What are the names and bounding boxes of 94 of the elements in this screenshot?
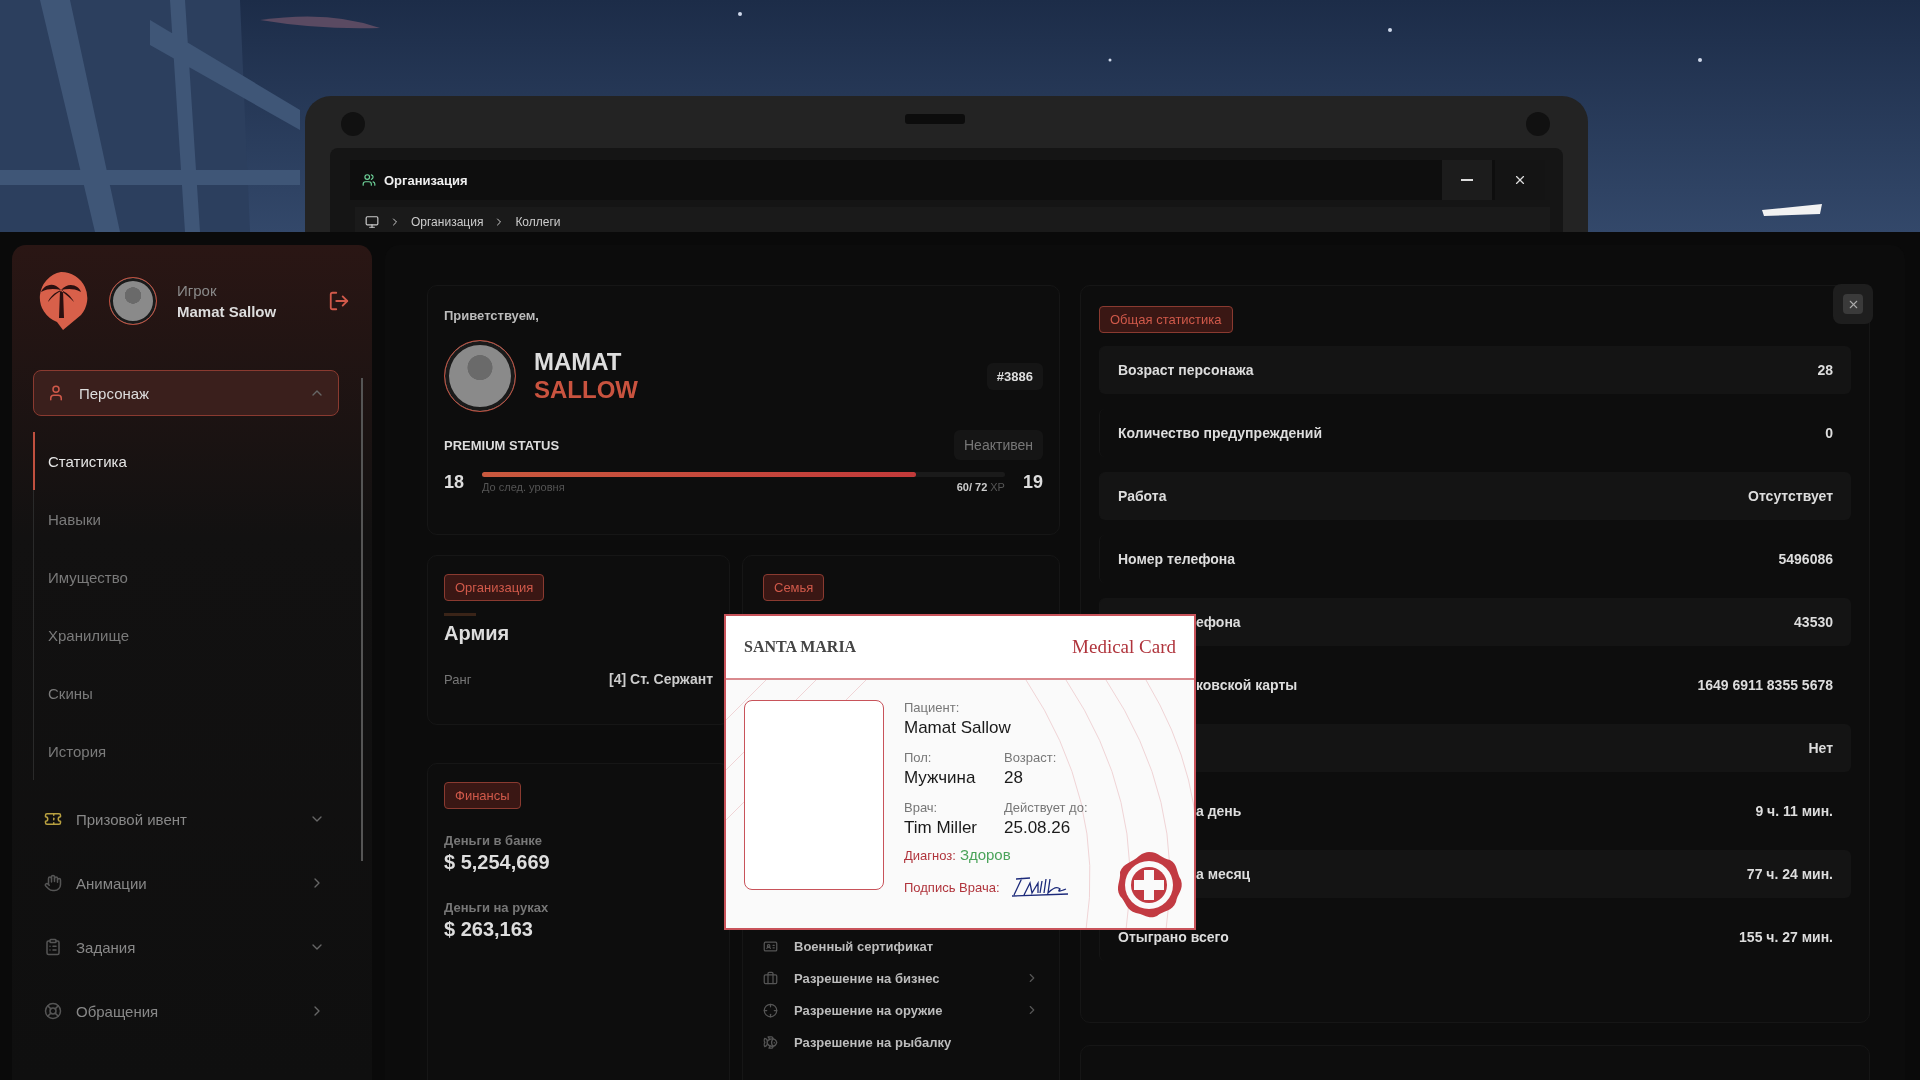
submenu-item[interactable]: Навыки — [33, 490, 334, 548]
card-title: Medical Card — [1072, 636, 1176, 658]
users-icon — [362, 173, 376, 187]
stat-value: Нет — [1808, 740, 1833, 756]
license-icon — [763, 970, 778, 986]
stat-label: а месяц — [1196, 866, 1251, 882]
field-label: Возраст: — [1004, 750, 1058, 765]
field-label: Пол: — [904, 750, 933, 765]
menu-item[interactable]: Призовой ивент — [33, 794, 339, 844]
xp-unit: XP — [990, 481, 1005, 493]
avatar — [109, 277, 157, 325]
stat-value: 28 — [1817, 362, 1833, 378]
level-caption: До след. уровня — [482, 481, 565, 493]
section-badge: Семья — [763, 574, 825, 601]
stat-value: 0 — [1825, 425, 1833, 441]
money-label: Деньги в банке — [444, 833, 542, 848]
stat-label: Возраст персонажа — [1118, 362, 1254, 378]
organization-name: Армия — [444, 622, 511, 645]
stat-label: Номер телефона — [1118, 551, 1236, 567]
field-value: 28 — [1004, 768, 1024, 788]
license-icon — [763, 1002, 778, 1018]
field-value: Mamat Sallow — [904, 718, 1012, 738]
breadcrumb-link[interactable]: Коллеги — [515, 215, 561, 229]
signature-drawing — [1009, 875, 1070, 899]
signature-label: Подпись Врача: — [904, 879, 1000, 895]
field-value: 25.08.26 — [1004, 818, 1072, 838]
field-label: Действует до: — [1004, 800, 1089, 815]
person-icon — [47, 384, 65, 402]
license-icon — [763, 1034, 778, 1050]
current-level: 18 — [444, 472, 465, 493]
field-label: Врач: — [904, 800, 939, 815]
license-item[interactable]: Разрешение на оружие — [763, 994, 1039, 1026]
rank-value: [4] Ст. Сержант — [609, 671, 713, 687]
menu-icon — [44, 810, 62, 828]
last-name: SALLOW — [534, 376, 638, 404]
menu-item[interactable]: Персонаж — [33, 370, 339, 416]
logout-icon[interactable] — [328, 290, 350, 312]
premium-status: Неактивен — [954, 430, 1043, 460]
money-value: $ 5,254,669 — [444, 851, 551, 874]
money-label: Деньги на руках — [444, 900, 549, 915]
minimize-icon — [1461, 179, 1473, 181]
xp-value: 60/ 72 — [956, 481, 988, 493]
field-value: Tim Miller — [904, 818, 979, 838]
player-name: Mamat Sallow — [177, 303, 278, 320]
card-issuer: SANTA MARIA — [744, 638, 857, 656]
stat-label: Отыграно всего — [1118, 929, 1229, 945]
menu-item[interactable]: Обращения — [33, 986, 339, 1036]
stat-value: 43530 — [1794, 614, 1833, 630]
monitor-icon — [365, 215, 379, 229]
field-value: Мужчина — [904, 768, 977, 788]
menu-icon — [44, 938, 62, 956]
diagnosis-label: Диагноз: — [904, 848, 956, 863]
menu-icon — [44, 874, 62, 892]
menu-item[interactable]: Задания — [33, 922, 339, 972]
stat-value: 155 ч. 27 мин. — [1739, 929, 1833, 945]
diagnosis-value: Здоров — [959, 846, 1011, 863]
stat-label: Количество предупреждений — [1118, 425, 1322, 441]
license-item[interactable]: Разрешение на бизнес — [763, 962, 1039, 994]
license-icon — [763, 938, 778, 954]
stat-label: Работа — [1118, 488, 1167, 504]
submenu-item[interactable]: Имущество — [33, 548, 334, 606]
rank-label: Ранг — [444, 671, 472, 687]
first-name: MAMAT — [534, 348, 623, 376]
money-value: $ 263,163 — [444, 918, 534, 941]
close-icon — [1513, 173, 1527, 187]
stat-label: ефона — [1196, 614, 1241, 630]
window-title: Организация — [384, 172, 469, 188]
license-item[interactable]: Разрешение на рыбалку — [763, 1026, 1039, 1058]
menu-icon — [44, 1002, 62, 1020]
close-button[interactable] — [1833, 284, 1873, 324]
stat-value: 5496086 — [1778, 551, 1833, 567]
section-badge: Организация — [444, 574, 545, 601]
greeting: Приветствуем, — [444, 308, 539, 323]
stat-label: ковской карты — [1196, 677, 1298, 693]
next-level: 19 — [1022, 472, 1043, 493]
submenu-item[interactable]: Хранилище — [33, 606, 334, 664]
accent-line — [444, 613, 476, 616]
premium-label: PREMIUM STATUS — [444, 437, 560, 453]
section-badge: Финансы — [444, 782, 521, 809]
submenu-item[interactable]: История — [33, 722, 334, 780]
field-label: Пациент: — [904, 700, 961, 715]
license-item[interactable]: Военный сертификат — [763, 930, 1039, 962]
stat-value: 1649 6911 8355 5678 — [1697, 677, 1833, 693]
stat-value: Отсутствует — [1748, 488, 1833, 504]
submenu-item[interactable]: Скины — [33, 664, 334, 722]
submenu-item[interactable]: Статистика — [33, 432, 334, 490]
menu-item[interactable]: Анимации — [33, 858, 339, 908]
stat-label: а день — [1196, 803, 1242, 819]
player-role: Игрок — [177, 282, 218, 299]
section-badge: Общая статистика — [1099, 306, 1233, 333]
stat-value: 77 ч. 24 мин. — [1746, 866, 1833, 882]
breadcrumb-link[interactable]: Организация — [411, 215, 484, 229]
player-id: #3886 — [986, 362, 1043, 390]
stat-value: 9 ч. 11 мин. — [1755, 803, 1833, 819]
